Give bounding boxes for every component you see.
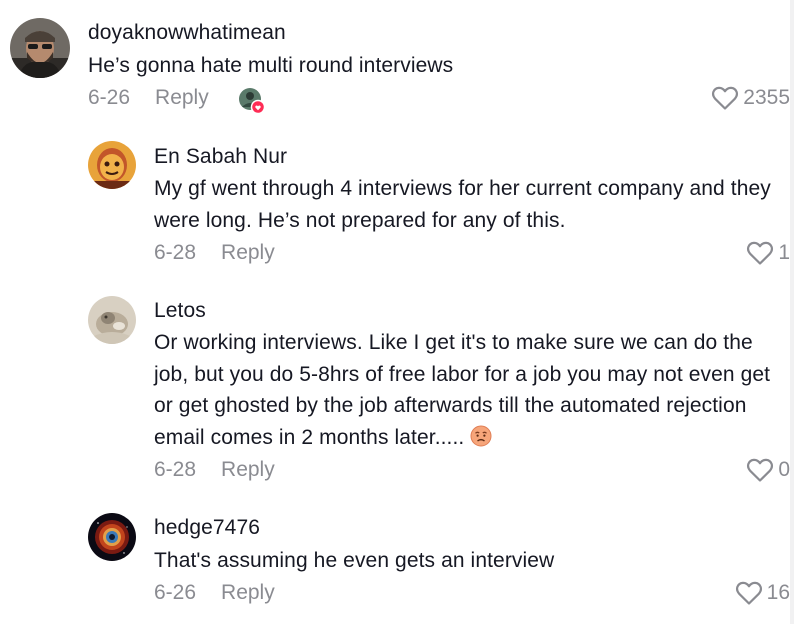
like-count: 0: [778, 458, 790, 481]
comment-meta: 6-28 Reply: [154, 455, 275, 485]
like-count: 16: [766, 581, 790, 604]
like-button[interactable]: 16: [735, 578, 790, 608]
comment-date: 6-28: [154, 458, 197, 481]
like-button[interactable]: 1: [746, 238, 790, 268]
avatar[interactable]: [88, 513, 136, 561]
scrollbar[interactable]: [790, 0, 794, 624]
comment-meta: 6-26 Reply: [154, 578, 275, 608]
heart-outline-icon: [747, 241, 774, 265]
heart-outline-icon: [712, 86, 739, 110]
heart-outline-icon: [735, 581, 762, 605]
avatar[interactable]: [88, 141, 136, 189]
reply-button[interactable]: Reply: [221, 581, 275, 605]
comment-text: He’s gonna hate multi round interviews: [88, 54, 454, 77]
comment-date: 6-26: [154, 581, 197, 604]
like-count: 2355: [743, 86, 790, 109]
comment-text: My gf went through 4 interviews for her …: [154, 177, 771, 232]
comment-date: 6-26: [88, 86, 131, 109]
comment-meta: 6-28 Reply: [154, 238, 275, 268]
avatar[interactable]: [10, 18, 70, 78]
reply-button[interactable]: Reply: [221, 241, 275, 265]
avatar[interactable]: [88, 296, 136, 344]
like-count: 1: [778, 241, 790, 264]
creator-avatar-icon: [239, 88, 266, 115]
comment-username[interactable]: hedge7476: [154, 516, 260, 540]
comment-username[interactable]: Letos: [154, 299, 206, 323]
reply-button[interactable]: Reply: [221, 458, 275, 482]
like-button[interactable]: 0: [746, 455, 790, 485]
comment-text-body: Or working interviews. Like I get it's t…: [154, 331, 771, 449]
reply-button[interactable]: Reply: [155, 86, 209, 110]
heart-outline-icon: [747, 458, 774, 482]
bearded-man-avatar-icon: [10, 18, 70, 78]
nebula-eye-avatar-icon: [88, 513, 136, 561]
comment-meta: 6-26 Reply: [88, 83, 209, 113]
like-button[interactable]: 2355: [711, 83, 790, 113]
animal-photo-avatar-icon: [88, 296, 136, 344]
comment-text: That's assuming he even gets an intervie…: [154, 549, 555, 572]
comment-username[interactable]: doyaknowwhatimean: [88, 21, 286, 45]
creator-liked-badge: [238, 87, 266, 115]
comment-username[interactable]: En Sabah Nur: [154, 145, 287, 169]
worried-face-emoji-icon: [470, 425, 492, 447]
comment-date: 6-28: [154, 241, 197, 264]
comment-text: Or working interviews. Like I get it's t…: [154, 327, 784, 453]
cartoon-face-avatar-icon: [88, 141, 136, 189]
